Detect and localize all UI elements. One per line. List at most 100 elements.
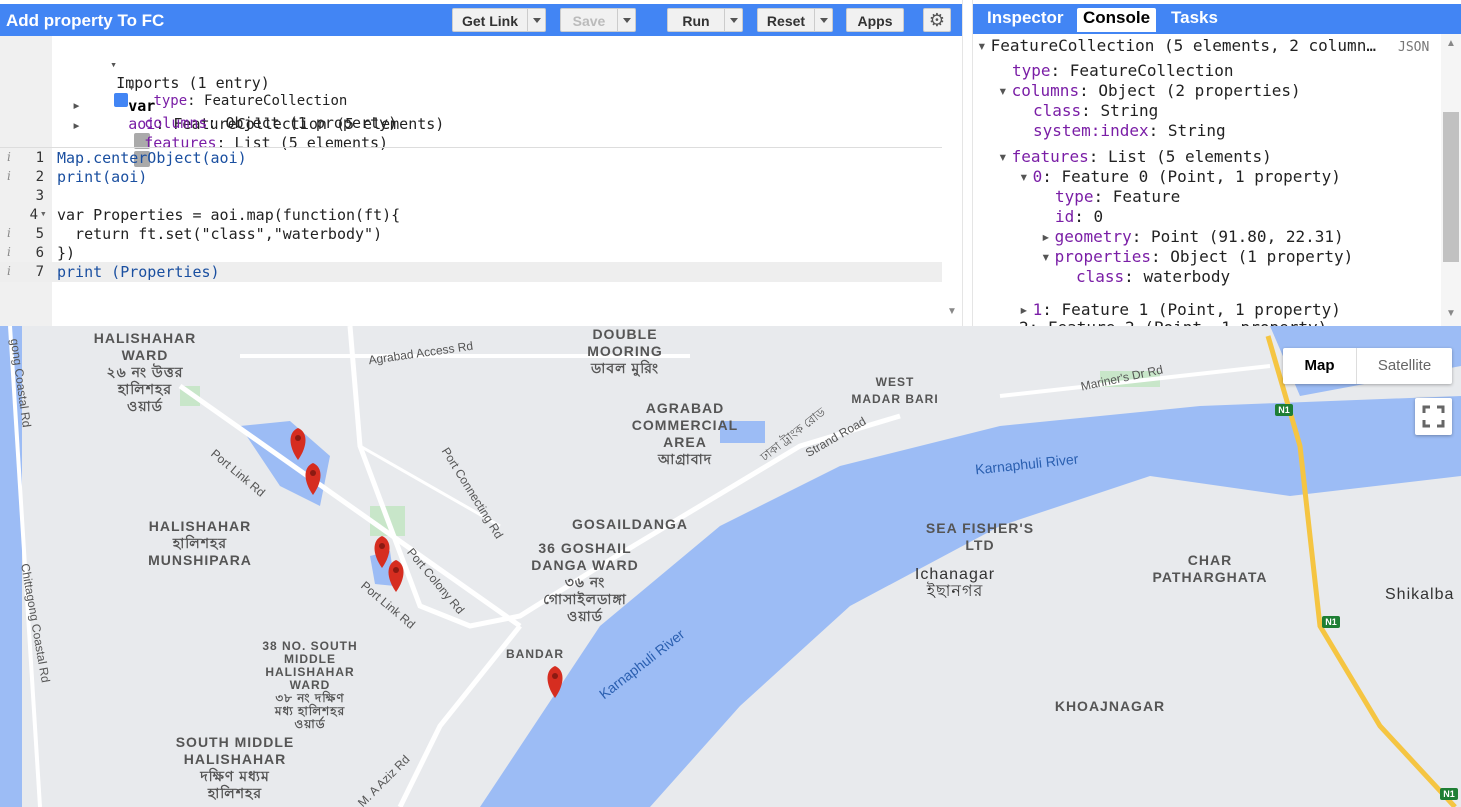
reset-label: Reset xyxy=(766,13,806,29)
tree-val: : Feature 0 (Point, 1 property) xyxy=(1042,167,1341,186)
satellite-button[interactable]: Satellite xyxy=(1356,348,1452,384)
tree-key: class xyxy=(1076,267,1125,286)
map-label: WEST MADAR BARI xyxy=(851,375,939,406)
line-number: 1 xyxy=(35,150,44,166)
map-label: HALISHAHAR হালিশহর MUNSHIPARA xyxy=(148,518,252,568)
highway-shield: N1 xyxy=(1275,404,1293,416)
scroll-down-icon[interactable]: ▼ xyxy=(947,306,957,317)
tab-inspector[interactable]: Inspector xyxy=(987,8,1064,32)
chevron-down-icon[interactable] xyxy=(527,9,545,31)
line-number: 4 xyxy=(29,207,38,223)
get-link-label: Get Link xyxy=(461,13,518,29)
code-line[interactable]: }) xyxy=(57,244,75,262)
tree-key: type xyxy=(1055,187,1094,206)
editor-area[interactable]: ▾ Imports (1 entry) ▾ var aoi: FeatureCo… xyxy=(0,36,942,326)
imports-divider xyxy=(0,147,942,148)
map-button[interactable]: Map xyxy=(1283,348,1356,384)
tab-tasks[interactable]: Tasks xyxy=(1171,8,1218,32)
right-panel: Inspector Console Tasks JSON FeatureColl… xyxy=(973,0,1461,326)
chevron-right-icon[interactable] xyxy=(1019,300,1033,319)
editor-scrollbar[interactable]: ▼ xyxy=(942,36,962,326)
tree-val: : Point (91.80, 22.31) xyxy=(1131,227,1344,246)
chevron-down-icon[interactable] xyxy=(998,81,1012,100)
tree-root[interactable]: FeatureCollection (5 elements, 2 column… xyxy=(977,36,1376,55)
map-type-toggle: Map Satellite xyxy=(1283,348,1452,384)
map-label: 38 NO. SOUTH MIDDLE HALISHAHAR WARD ৩৮ ন… xyxy=(262,639,358,731)
chevron-down-icon[interactable] xyxy=(1019,167,1033,186)
map-view[interactable]: HALISHAHAR WARD ২৬ নং উত্তর হালিশহর ওয়া… xyxy=(0,326,1461,807)
fold-chevron-icon[interactable]: ▾ xyxy=(40,207,47,220)
tree-val: : Object (1 property) xyxy=(1150,247,1354,266)
save-label: Save xyxy=(572,13,606,29)
tree-key: 1 xyxy=(1032,300,1043,319)
code-line[interactable]: var Properties = aoi.map(function(ft){ xyxy=(57,206,400,224)
tree-val: : FeatureCollection xyxy=(1050,61,1234,80)
tree-row[interactable]: properties: Object (1 property) xyxy=(1041,247,1353,266)
chevron-right-icon[interactable] xyxy=(1041,227,1055,246)
map-label: 36 GOSHAIL DANGA WARD ৩৬ নং গোসাইলডাঙ্গা… xyxy=(531,540,639,624)
highway-shield: N1 xyxy=(1322,616,1340,628)
tree-row: id: 0 xyxy=(1055,207,1103,226)
tree-row[interactable]: columns: Object (2 properties) xyxy=(998,81,1301,100)
line-number: 7 xyxy=(35,264,44,280)
chevron-down-icon[interactable] xyxy=(724,9,742,31)
tree-root-label: FeatureCollection (5 elements, 2 column… xyxy=(990,36,1376,55)
save-button[interactable]: Save xyxy=(560,8,636,32)
map-label: HALISHAHAR WARD ২৬ নং উত্তর হালিশহর ওয়া… xyxy=(93,330,197,414)
code-line[interactable]: Map.centerObject(aoi) xyxy=(57,149,247,167)
fullscreen-icon[interactable] xyxy=(1415,398,1452,435)
tree-row[interactable]: 2: Feature 2 (Point, 1 property) xyxy=(1019,318,1327,326)
line-number: 5 xyxy=(35,226,44,242)
pane-divider[interactable] xyxy=(962,0,973,326)
chevron-down-icon[interactable] xyxy=(998,147,1012,166)
code-line[interactable]: return ft.set("class","waterbody") xyxy=(57,225,382,243)
run-button[interactable]: Run xyxy=(667,8,743,32)
map-label: CHAR PATHARGHATA xyxy=(1152,552,1268,585)
tree-row[interactable]: geometry: Point (91.80, 22.31) xyxy=(1041,227,1344,246)
console-scrollbar[interactable]: ▲ ▼ xyxy=(1441,34,1461,326)
tree-val: : Feature xyxy=(1093,187,1181,206)
gear-icon[interactable]: ⚙ xyxy=(923,8,951,32)
tree-row: type: FeatureCollection xyxy=(1012,61,1234,80)
scrollbar-thumb[interactable] xyxy=(1443,112,1459,262)
tree-row[interactable]: 0: Feature 0 (Point, 1 property) xyxy=(1019,167,1341,186)
line-number: 2 xyxy=(35,169,44,185)
tree-row: class: String xyxy=(1033,101,1158,120)
tree-key: properties xyxy=(1054,247,1151,266)
scroll-down-icon[interactable]: ▼ xyxy=(1446,308,1456,319)
tree-val: : waterbody xyxy=(1124,267,1231,286)
tree-key: columns xyxy=(1011,81,1080,100)
fullscreen-glyph xyxy=(1422,405,1445,428)
tree-key: 0 xyxy=(1032,167,1043,186)
map-label: BANDAR xyxy=(506,647,564,661)
map-label: KHOAJNAGAR xyxy=(1054,698,1166,714)
editor-toolbar: Add property To FC Get Link Save Run Res… xyxy=(0,4,962,36)
code-line[interactable]: print (Properties) xyxy=(57,263,220,281)
code-line[interactable]: print(aoi) xyxy=(57,168,147,186)
tab-console[interactable]: Console xyxy=(1077,8,1157,32)
chevron-down-icon[interactable] xyxy=(1041,247,1055,266)
imports-section: ▾ Imports (1 entry) ▾ var aoi: FeatureCo… xyxy=(0,36,942,167)
apps-label: Apps xyxy=(857,13,893,29)
panel-tabs: Inspector Console Tasks xyxy=(973,4,1461,34)
apps-button[interactable]: Apps xyxy=(846,8,904,32)
json-button[interactable]: JSON xyxy=(1398,40,1429,55)
line-number: 6 xyxy=(35,245,44,261)
chevron-down-icon[interactable] xyxy=(814,9,832,31)
tree-row: system:index: String xyxy=(1033,121,1226,140)
tree-row[interactable]: features: List (5 elements) xyxy=(998,147,1272,166)
script-title: Add property To FC xyxy=(6,11,165,30)
tree-key: type xyxy=(1012,61,1051,80)
tree-key: geometry xyxy=(1054,227,1132,246)
tree-row: class: waterbody xyxy=(1076,267,1230,286)
run-label: Run xyxy=(682,13,710,29)
get-link-button[interactable]: Get Link xyxy=(452,8,546,32)
chevron-down-icon[interactable] xyxy=(617,9,635,31)
line-number: 3 xyxy=(35,188,44,204)
map-label: SEA FISHER'S LTD xyxy=(925,520,1035,553)
tree-row[interactable]: 1: Feature 1 (Point, 1 property) xyxy=(1019,300,1341,319)
map-label: DOUBLE MOORING ডাবল মুরিং xyxy=(587,326,663,376)
reset-button[interactable]: Reset xyxy=(757,8,833,32)
chevron-down-icon[interactable] xyxy=(977,36,991,55)
scroll-up-icon[interactable]: ▲ xyxy=(1446,38,1456,49)
